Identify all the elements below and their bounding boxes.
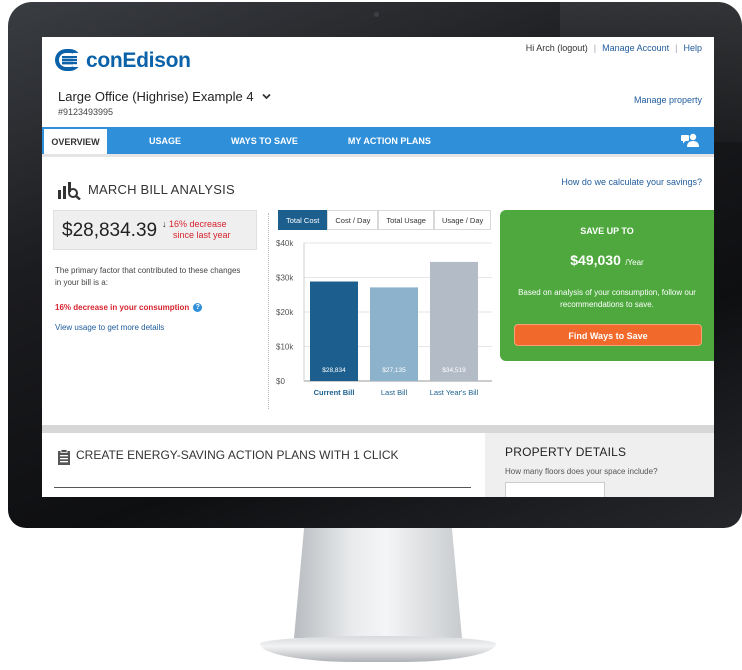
tab-usage[interactable]: USAGE [149,127,181,154]
chart-tabs: Total Cost Cost / Day Total Usage Usage … [278,210,492,230]
bar-value-label: $34,519 [442,367,466,374]
floors-question: How many floors does your space include? [505,467,658,476]
monitor-stand [294,528,462,638]
main-nav: OVERVIEW USAGE WAYS TO SAVE MY ACTION PL… [42,127,714,154]
y-tick-label: $30k [276,274,294,283]
monitor-stand-base [260,636,496,662]
tab-usage-per-day[interactable]: Usage / Day [433,210,492,230]
clipboard-icon [58,449,70,465]
y-tick-label: $40k [276,239,294,248]
bar-value-label: $27,135 [382,367,406,374]
account-links: Hi Arch (logout) | Manage Account | Help [526,43,702,53]
section-title: MARCH BILL ANALYSIS [88,182,235,197]
section-divider [42,425,714,433]
question-icon[interactable]: ? [193,303,203,312]
property-selector[interactable]: Large Office (Highrise) Example 4 [58,89,271,104]
tab-total-usage[interactable]: Total Usage [378,210,434,230]
manage-account-link[interactable]: Manage Account [602,43,669,53]
link-separator: | [675,43,678,53]
x-category-label: Last Year's Bill [430,388,479,397]
tab-total-cost[interactable]: Total Cost [278,210,328,230]
action-plans-title: CREATE ENERGY-SAVING ACTION PLANS WITH 1… [76,448,399,462]
nav-shadow [42,154,714,157]
y-tick-label: $20k [276,308,294,317]
y-tick-label: $0 [276,377,285,386]
chevron-down-icon[interactable] [261,93,271,100]
action-plans-rule [54,487,471,488]
bill-chart: $0 $10k $20k $30k $40k $28,834 Current Bill $27… [276,239,492,397]
bar-chart-magnifier-icon [58,182,81,200]
property-details-title: PROPERTY DETAILS [505,445,627,459]
save-heading: SAVE UP TO [580,226,634,236]
find-ways-to-save-button[interactable]: Find Ways to Save [514,324,702,346]
factor-text: The primary factor that contributed to t… [55,266,241,287]
view-usage-link[interactable]: View usage to get more details [55,323,164,332]
decrease-text: 16% decrease in your consumption ? [55,303,203,312]
bill-change: ↓ 16% decrease since last year [162,219,231,241]
chart-bar [430,261,478,381]
property-id: #9123493995 [58,107,114,117]
bill-amount: $28,834.39 [62,220,158,241]
save-amount-value: $49,030 [570,252,621,268]
link-separator: | [593,43,597,53]
greeting-logout-link[interactable]: Hi Arch (logout) [526,43,588,53]
screen: conEdison Hi Arch (logout) | Manage Acco… [42,37,714,497]
decrease-label: 16% decrease in your consumption [55,303,190,312]
tab-my-action-plans[interactable]: MY ACTION PLANS [348,127,431,154]
x-category-label: Current Bill [314,388,355,397]
property-details-panel: PROPERTY DETAILS How many floors does yo… [485,433,714,497]
change-percent: 16% decrease [169,219,227,229]
save-amount-period: /Year [625,258,644,267]
change-period: since last year [173,230,231,240]
webcam-dot [374,12,379,17]
manage-property-link[interactable]: Manage property [634,95,702,105]
calculate-savings-link[interactable]: How do we calculate your savings? [561,177,702,187]
save-description: Based on analysis of your consumption, f… [518,288,696,309]
y-tick-label: $10k [276,343,294,352]
tab-cost-per-day[interactable]: Cost / Day [327,210,379,230]
savings-panel: SAVE UP TO $49,030 /Year Based on analys… [500,210,714,361]
arrow-down-icon: ↓ [162,219,167,229]
users-icon[interactable] [680,133,700,148]
tab-overview[interactable]: OVERVIEW [42,127,107,154]
brand-logo-text[interactable]: conEdison [86,49,191,73]
bill-summary-box: $28,834.39 ↓ 16% decrease since last yea… [53,210,257,250]
save-amount: $49,030 /Year [500,252,714,270]
help-link[interactable]: Help [683,43,702,53]
bar-value-label: $28,834 [322,367,346,374]
tab-ways-to-save[interactable]: WAYS TO SAVE [231,127,298,154]
conedison-logo-icon [55,49,81,71]
x-category-label: Last Bill [381,388,408,397]
property-name: Large Office (Highrise) Example 4 [58,89,254,104]
floors-input[interactable] [505,482,605,497]
